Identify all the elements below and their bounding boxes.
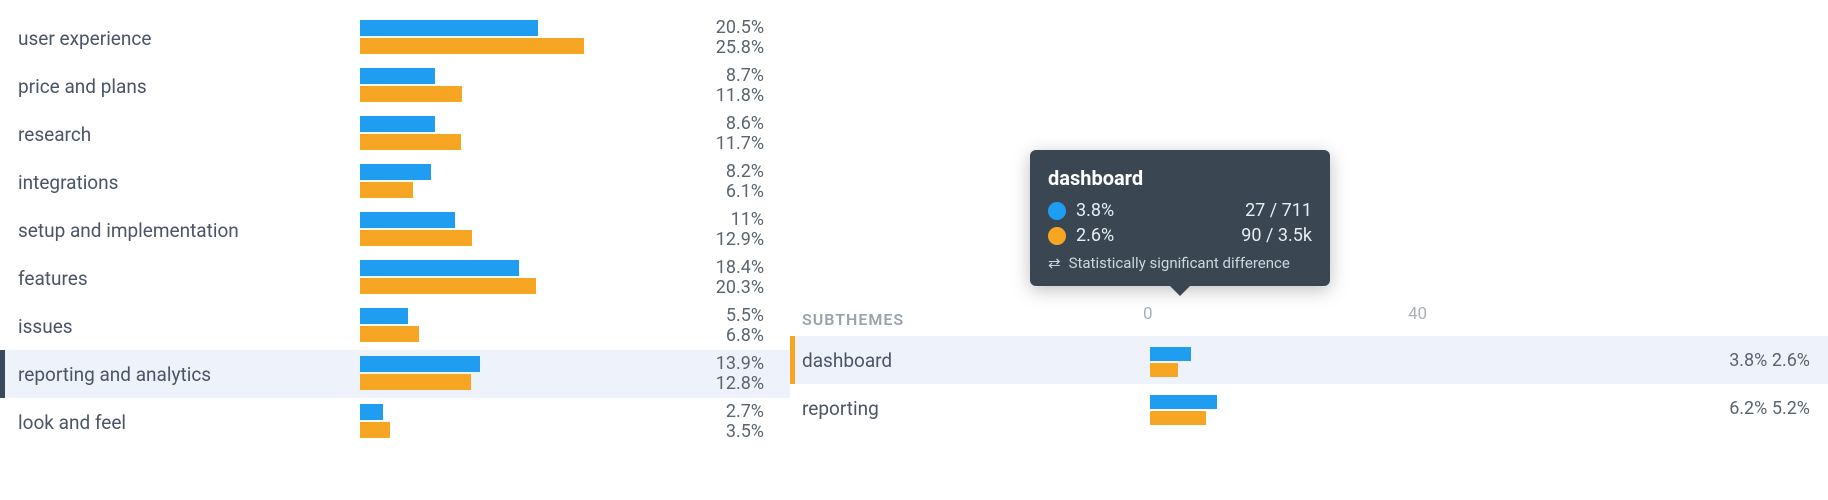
- bar-series-b: [360, 134, 461, 150]
- subtheme-row-selected[interactable]: dashboard 3.8% 2.6%: [790, 336, 1828, 384]
- theme-label: issues: [0, 315, 360, 338]
- theme-label: reporting and analytics: [0, 363, 360, 386]
- bar-series-a: [360, 68, 435, 84]
- theme-label: user experience: [0, 27, 360, 50]
- bar-series-b: [360, 38, 584, 54]
- theme-label: integrations: [0, 171, 360, 194]
- theme-bars: [360, 110, 620, 158]
- theme-bars: [360, 254, 620, 302]
- bar-series-a: [360, 308, 408, 324]
- subtheme-values: 6.2% 5.2%: [1690, 399, 1810, 418]
- theme-row-selected[interactable]: reporting and analytics 13.9% 12.8%: [0, 350, 790, 398]
- theme-bars: [360, 398, 620, 446]
- theme-values: 13.9% 12.8%: [620, 354, 770, 394]
- bar-series-a: [360, 164, 431, 180]
- bar-series-a: [360, 260, 519, 276]
- bar-series-b: [360, 182, 413, 198]
- subtheme-bars: [1150, 341, 1690, 379]
- theme-values: 2.7% 3.5%: [620, 402, 770, 442]
- bar-series-b: [360, 86, 462, 102]
- bar-series-b: [360, 374, 471, 390]
- bar-series-b: [360, 278, 536, 294]
- tooltip-ratio: 27 / 711: [1245, 200, 1312, 221]
- theme-bars: [360, 158, 620, 206]
- bar-series-a: [1150, 347, 1191, 361]
- theme-bars: [360, 14, 620, 62]
- theme-label: look and feel: [0, 411, 360, 434]
- tooltip-note: ⇄ Statistically significant difference: [1048, 254, 1312, 272]
- bar-series-b: [360, 422, 390, 438]
- bar-series-a: [1150, 395, 1217, 409]
- theme-row[interactable]: setup and implementation 11% 12.9%: [0, 206, 790, 254]
- tooltip: dashboard 3.8% 27 / 711 2.6% 90 / 3.5k ⇄…: [1030, 150, 1330, 286]
- theme-values: 11% 12.9%: [620, 210, 770, 250]
- axis-tick: 0: [1143, 304, 1153, 324]
- subtheme-bars: [1150, 389, 1690, 427]
- theme-label: setup and implementation: [0, 219, 360, 242]
- theme-row[interactable]: research 8.6% 11.7%: [0, 110, 790, 158]
- theme-row[interactable]: issues 5.5% 6.8%: [0, 302, 790, 350]
- bar-series-a: [360, 212, 455, 228]
- subtheme-rows: dashboard 3.8% 2.6% reporting 6.2% 5.2%: [790, 336, 1828, 432]
- theme-bars: [360, 206, 620, 254]
- subtheme-header: SUBTHEMES: [790, 310, 1150, 329]
- theme-row[interactable]: look and feel 2.7% 3.5%: [0, 398, 790, 446]
- theme-row[interactable]: user experience 20.5% 25.8%: [0, 14, 790, 62]
- theme-bars: [360, 62, 620, 110]
- bar-series-b: [360, 326, 419, 342]
- bar-series-b: [1150, 363, 1178, 377]
- axis-tick: 40: [1408, 304, 1427, 324]
- subtheme-label: dashboard: [790, 349, 1150, 372]
- theme-values: 5.5% 6.8%: [620, 306, 770, 346]
- theme-values: 20.5% 25.8%: [620, 18, 770, 58]
- theme-label: research: [0, 123, 360, 146]
- theme-bars: [360, 350, 620, 398]
- theme-values: 8.2% 6.1%: [620, 162, 770, 202]
- tooltip-note-text: Statistically significant difference: [1069, 254, 1290, 272]
- tooltip-ratio: 90 / 3.5k: [1241, 225, 1312, 246]
- main-theme-chart: user experience 20.5% 25.8% price and pl…: [0, 0, 790, 446]
- bar-series-b: [1150, 411, 1206, 425]
- tooltip-row: 3.8% 27 / 711: [1048, 200, 1312, 221]
- bar-series-a: [360, 116, 435, 132]
- theme-row[interactable]: features 18.4% 20.3%: [0, 254, 790, 302]
- theme-values: 8.6% 11.7%: [620, 114, 770, 154]
- theme-row[interactable]: price and plans 8.7% 11.8%: [0, 62, 790, 110]
- theme-label: price and plans: [0, 75, 360, 98]
- theme-values: 8.7% 11.8%: [620, 66, 770, 106]
- bar-series-b: [360, 230, 472, 246]
- bar-series-a: [360, 20, 538, 36]
- tooltip-pct: 2.6%: [1076, 225, 1114, 246]
- subtheme-values: 3.8% 2.6%: [1690, 351, 1810, 370]
- bar-series-a: [360, 356, 480, 372]
- series-dot-b: [1048, 227, 1066, 245]
- theme-row[interactable]: integrations 8.2% 6.1%: [0, 158, 790, 206]
- theme-bars: [360, 302, 620, 350]
- subtheme-label: reporting: [790, 397, 1150, 420]
- tooltip-row: 2.6% 90 / 3.5k: [1048, 225, 1312, 246]
- tooltip-title: dashboard: [1048, 166, 1312, 190]
- theme-label: features: [0, 267, 360, 290]
- theme-values: 18.4% 20.3%: [620, 258, 770, 298]
- series-dot-a: [1048, 202, 1066, 220]
- tooltip-pct: 3.8%: [1076, 200, 1114, 221]
- subtheme-row[interactable]: reporting 6.2% 5.2%: [790, 384, 1828, 432]
- bar-series-a: [360, 404, 383, 420]
- swap-icon: ⇄: [1048, 254, 1061, 272]
- subtheme-header-row: SUBTHEMES: [790, 302, 1828, 336]
